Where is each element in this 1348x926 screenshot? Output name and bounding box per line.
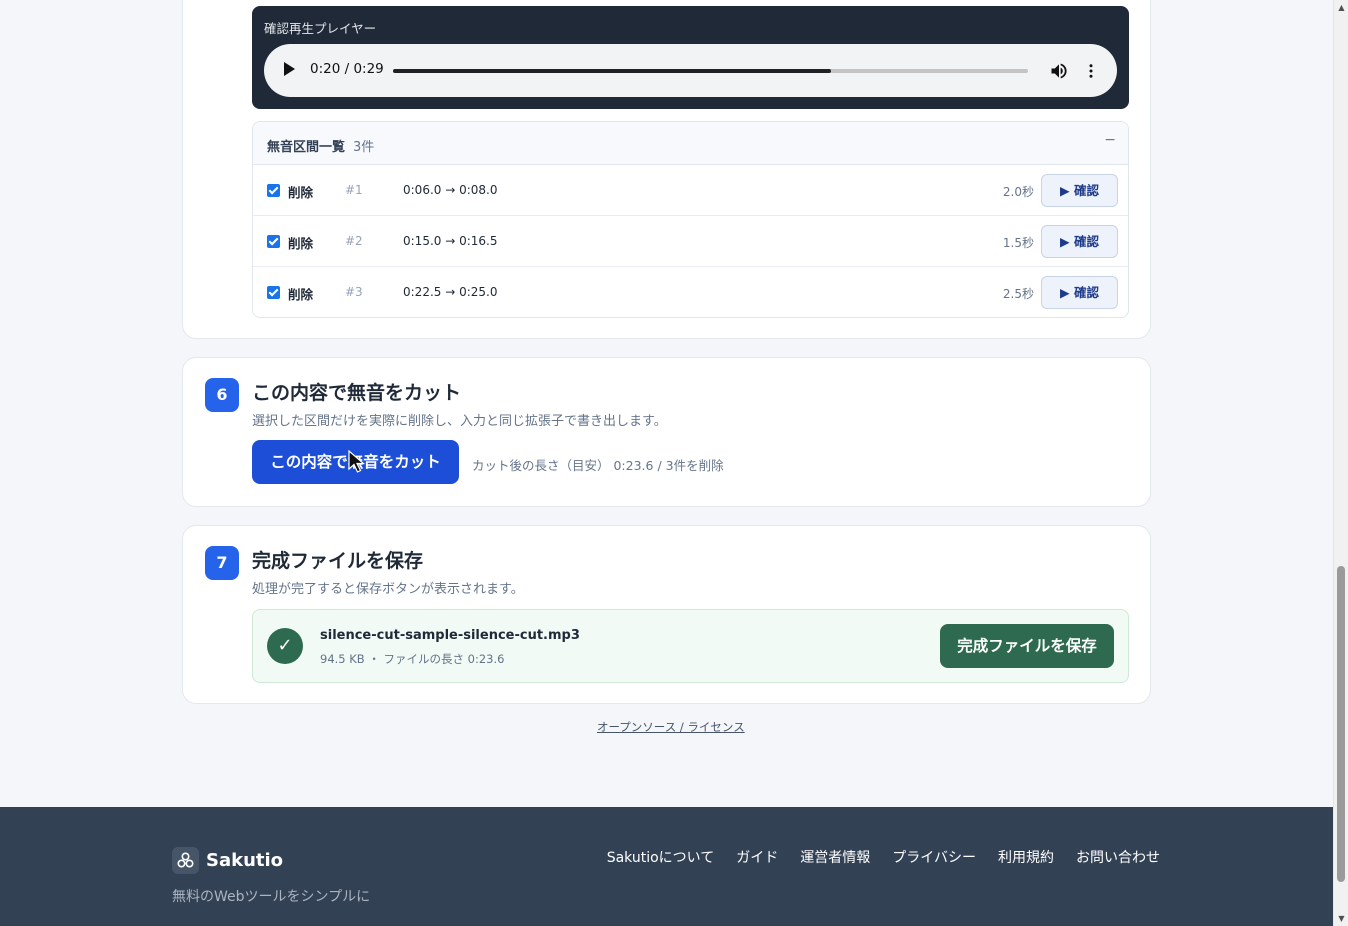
row-duration: 2.5秒: [1002, 287, 1034, 301]
row-range: 0:22.5 → 0:25.0: [403, 285, 498, 299]
audio-control[interactable]: 0:20 / 0:29: [264, 44, 1117, 97]
row-duration: 1.5秒: [1002, 236, 1034, 250]
audio-progress-fill: [393, 69, 832, 73]
row-range: 0:06.0 → 0:08.0: [403, 183, 498, 197]
silence-row: 削除 #3 0:22.5 → 0:25.0 2.5秒 ▶ 確認: [253, 267, 1128, 317]
footer-link-guide[interactable]: ガイド: [736, 847, 778, 867]
silence-count: 3件: [353, 140, 375, 155]
row-index: #2: [345, 234, 363, 248]
page-viewport: 確認再生プレイヤー 0:20 / 0:29 無音区間一覧 3件 − 削除 #1 …: [0, 0, 1333, 926]
step-number: 6: [205, 378, 239, 412]
row-duration: 2.0秒: [1002, 185, 1034, 199]
page-scrollbar[interactable]: ▲ ▼: [1333, 0, 1348, 926]
player-label: 確認再生プレイヤー: [264, 21, 377, 36]
row-label: 削除: [288, 236, 314, 251]
brand-tagline: 無料のWebツールをシンプルに: [172, 889, 371, 905]
more-options-icon[interactable]: [1082, 61, 1100, 81]
step-number: 7: [205, 546, 239, 580]
scrollbar-thumb[interactable]: [1337, 566, 1345, 882]
preview-card: 確認再生プレイヤー 0:20 / 0:29 無音区間一覧 3件 − 削除 #1 …: [182, 0, 1151, 339]
site-footer: Sakutio 無料のWebツールをシンプルに Sakutioについて ガイド …: [0, 807, 1333, 926]
delete-checkbox[interactable]: [267, 286, 280, 299]
mouse-cursor-icon: [348, 450, 366, 473]
confirm-button[interactable]: ▶ 確認: [1041, 174, 1118, 207]
audio-seek-bar[interactable]: [393, 69, 1028, 73]
preview-player: 確認再生プレイヤー 0:20 / 0:29: [252, 6, 1129, 109]
play-icon[interactable]: [284, 62, 295, 76]
scroll-up-icon[interactable]: ▲: [1334, 0, 1348, 15]
footer-link-privacy[interactable]: プライバシー: [892, 847, 976, 867]
output-file-meta: 94.5 KB ・ ファイルの長さ 0:23.6: [320, 652, 505, 666]
step-title: 完成ファイルを保存: [252, 550, 424, 572]
open-source-license-link[interactable]: オープンソース / ライセンス: [597, 719, 745, 735]
silence-list-header[interactable]: 無音区間一覧 3件 −: [253, 122, 1128, 165]
audio-time: 0:20 / 0:29: [310, 61, 384, 77]
step-7-card: 7 完成ファイルを保存 処理が完了すると保存ボタンが表示されます。 ✓ sile…: [182, 525, 1151, 704]
save-file-button[interactable]: 完成ファイルを保存: [940, 624, 1114, 668]
step-description: 処理が完了すると保存ボタンが表示されます。: [252, 582, 524, 597]
footer-link-terms[interactable]: 利用規約: [998, 847, 1054, 867]
collapse-icon[interactable]: −: [1104, 132, 1116, 148]
footer-link-about[interactable]: Sakutioについて: [607, 847, 715, 867]
silence-list: 無音区間一覧 3件 − 削除 #1 0:06.0 → 0:08.0 2.0秒 ▶…: [252, 121, 1129, 318]
output-file-name: silence-cut-sample-silence-cut.mp3: [320, 628, 580, 643]
row-index: #3: [345, 285, 363, 299]
confirm-button[interactable]: ▶ 確認: [1041, 225, 1118, 258]
silence-list-title: 無音区間一覧: [267, 140, 346, 155]
step-title: この内容で無音をカット: [252, 382, 462, 404]
row-label: 削除: [288, 287, 314, 302]
brand-name[interactable]: Sakutio: [206, 850, 283, 871]
footer-link-contact[interactable]: お問い合わせ: [1076, 847, 1160, 867]
footer-nav: Sakutioについて ガイド 運営者情報 プライバシー 利用規約 お問い合わせ: [607, 847, 1160, 867]
row-index: #1: [345, 183, 363, 197]
sakutio-logo-icon[interactable]: [172, 847, 199, 874]
scroll-down-icon[interactable]: ▼: [1334, 911, 1348, 926]
footer-link-operator[interactable]: 運営者情報: [800, 847, 870, 867]
row-label: 削除: [288, 185, 314, 200]
volume-icon[interactable]: [1048, 61, 1070, 81]
delete-checkbox[interactable]: [267, 235, 280, 248]
step-6-card: 6 この内容で無音をカット 選択した区間だけを実際に削除し、入力と同じ拡張子で書…: [182, 357, 1151, 507]
step-description: 選択した区間だけを実際に削除し、入力と同じ拡張子で書き出します。: [252, 414, 667, 429]
check-icon: ✓: [267, 628, 303, 664]
silence-row: 削除 #2 0:15.0 → 0:16.5 1.5秒 ▶ 確認: [253, 216, 1128, 267]
delete-checkbox[interactable]: [267, 184, 280, 197]
result-file-panel: ✓ silence-cut-sample-silence-cut.mp3 94.…: [252, 609, 1129, 683]
row-range: 0:15.0 → 0:16.5: [403, 234, 498, 248]
confirm-button[interactable]: ▶ 確認: [1041, 276, 1118, 309]
cut-estimate-note: カット後の長さ（目安） 0:23.6 / 3件を削除: [472, 458, 724, 473]
silence-row: 削除 #1 0:06.0 → 0:08.0 2.0秒 ▶ 確認: [253, 165, 1128, 216]
